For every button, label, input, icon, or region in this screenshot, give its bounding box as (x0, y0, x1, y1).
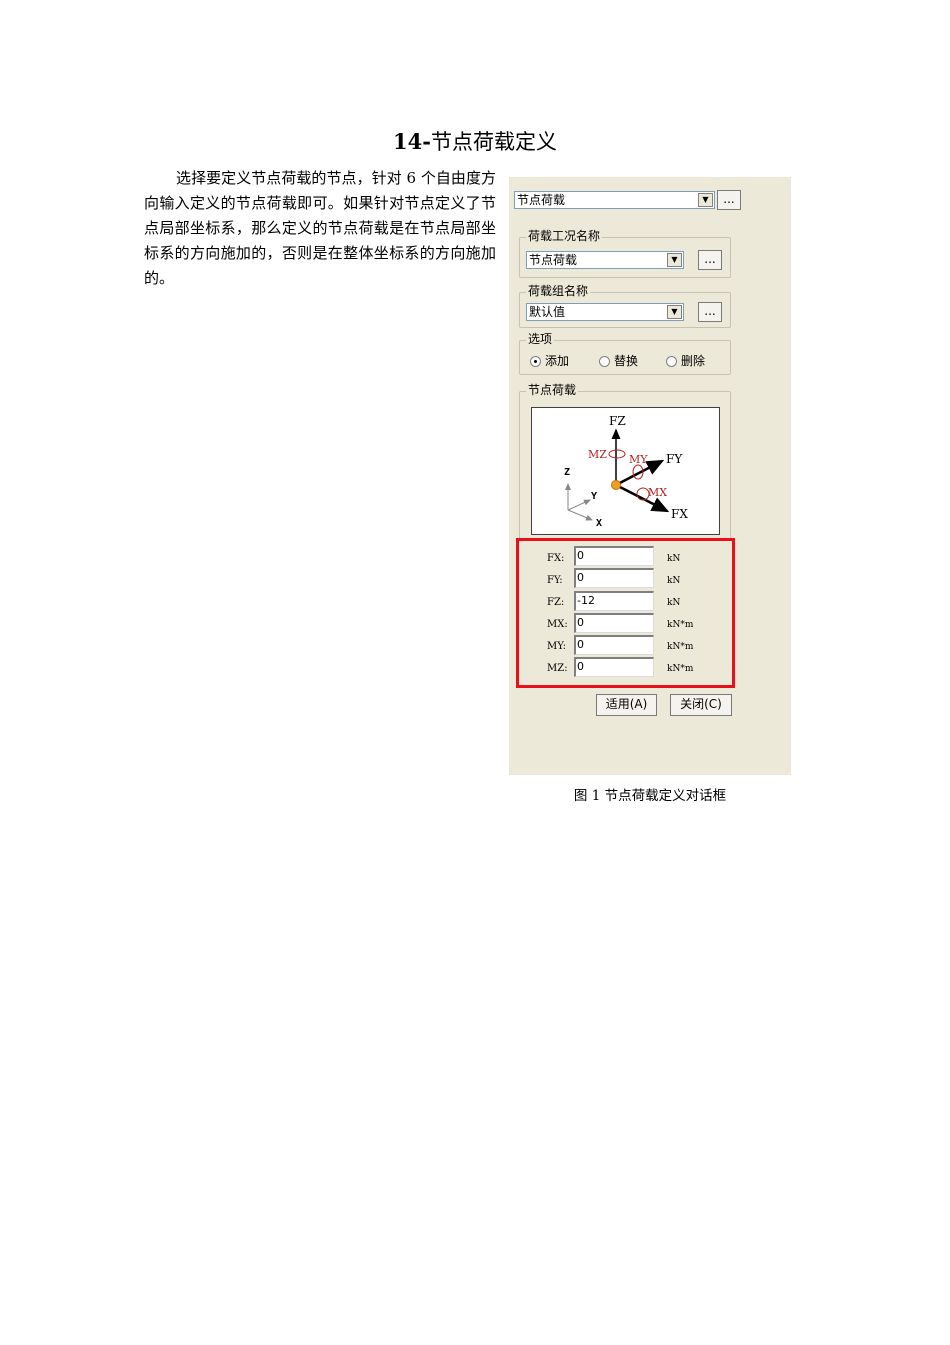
radio-dot[interactable] (530, 356, 541, 367)
paragraph-text: 选择要定义节点荷载的节点，针对 6 个自由度方向输入定义的节点荷载即可。如果针对… (144, 169, 496, 287)
my-field-label: MY: (547, 641, 566, 652)
load-case-group: 荷载工况名称 节点荷载 ▼ ... (519, 229, 731, 278)
options-group: 选项 添加 替换 删除 (519, 332, 731, 375)
diagram-svg: FZ FY FX MZ MY MX Z Y X (564, 414, 688, 529)
body-paragraph: 选择要定义节点荷载的节点，针对 6 个自由度方向输入定义的节点荷载即可。如果针对… (144, 166, 496, 291)
my-unit: kN*m (667, 642, 694, 652)
radio-replace-label: 替换 (614, 354, 639, 368)
load-group-label: 荷载组名称 (526, 284, 591, 298)
page-title: 14-节点荷载定义 (0, 126, 950, 156)
options-label: 选项 (526, 332, 555, 346)
fz-input[interactable]: -12 (574, 591, 654, 611)
title-number: 14- (393, 129, 431, 154)
fy-input[interactable]: 0 (574, 568, 654, 588)
fy-field-label: FY: (547, 575, 563, 586)
close-button[interactable]: 关闭(C) (670, 694, 732, 716)
node-load-dialog: 节点荷载 ▼ ... 荷载工况名称 节点荷载 ▼ ... 荷载组名称 默认值 ▼… (509, 177, 791, 775)
mx-unit: kN*m (667, 620, 694, 630)
chevron-down-icon[interactable]: ▼ (698, 193, 713, 207)
load-case-combo[interactable]: 节点荷载 ▼ (526, 251, 684, 269)
fz-field-label: FZ: (547, 597, 565, 608)
apply-button[interactable]: 适用(A) (596, 694, 657, 716)
mx-input[interactable]: 0 (574, 613, 654, 633)
mz-input[interactable]: 0 (574, 657, 654, 677)
load-type-value: 节点荷载 (517, 193, 566, 207)
my-input[interactable]: 0 (574, 635, 654, 655)
fy-unit: kN (667, 576, 681, 586)
figure-caption: 图 1 节点荷载定义对话框 (573, 788, 727, 804)
fx-unit: kN (667, 554, 681, 564)
highlight-box: FX: 0 kN FY: 0 kN FZ: -12 kN MX: 0 kN*m … (516, 538, 735, 688)
load-case-value: 节点荷载 (529, 253, 578, 267)
mz-field-label: MZ: (547, 663, 568, 674)
my-label: MY (629, 453, 648, 466)
radio-dot[interactable] (599, 356, 610, 367)
fx-field-label: FX: (547, 553, 565, 564)
node-load-label: 节点荷载 (526, 383, 579, 397)
fz-unit: kN (667, 598, 681, 608)
radio-delete[interactable]: 删除 (666, 354, 705, 368)
global-y-axis (567, 499, 591, 511)
global-x-axis (567, 509, 593, 521)
radio-add-label: 添加 (545, 354, 570, 368)
load-group-group: 荷载组名称 默认值 ▼ ... (519, 284, 731, 328)
title-text: 节点荷载定义 (430, 130, 557, 154)
radio-dot[interactable] (666, 356, 677, 367)
chevron-down-icon[interactable]: ▼ (667, 305, 682, 319)
mx-field-label: MX: (547, 619, 568, 630)
load-type-more-button[interactable]: ... (717, 190, 741, 210)
z-axis-label: Z (564, 467, 570, 478)
y-axis-label: Y (591, 491, 597, 502)
mz-moment-icon (608, 449, 626, 459)
mz-unit: kN*m (667, 664, 694, 674)
radio-replace[interactable]: 替换 (599, 354, 638, 368)
load-type-combo[interactable]: 节点荷载 ▼ (514, 191, 715, 209)
load-group-more-button[interactable]: ... (698, 302, 722, 322)
load-case-more-button[interactable]: ... (698, 250, 722, 270)
mx-label: MX (648, 486, 667, 499)
load-direction-diagram: FZ FY FX MZ MY MX Z Y X (531, 407, 720, 535)
load-group-combo[interactable]: 默认值 ▼ (526, 303, 684, 321)
fx-label: FX (671, 507, 688, 521)
chevron-down-icon[interactable]: ▼ (667, 253, 682, 267)
load-group-value: 默认值 (529, 305, 566, 319)
load-case-label: 荷载工况名称 (526, 229, 603, 243)
radio-add[interactable]: 添加 (530, 354, 569, 368)
fz-label: FZ (609, 414, 626, 428)
mz-label: MZ (588, 448, 607, 461)
node-point-icon (611, 480, 621, 490)
radio-delete-label: 删除 (681, 354, 706, 368)
x-axis-label: X (596, 518, 602, 529)
fx-input[interactable]: 0 (574, 546, 654, 566)
fy-label: FY (666, 452, 683, 466)
